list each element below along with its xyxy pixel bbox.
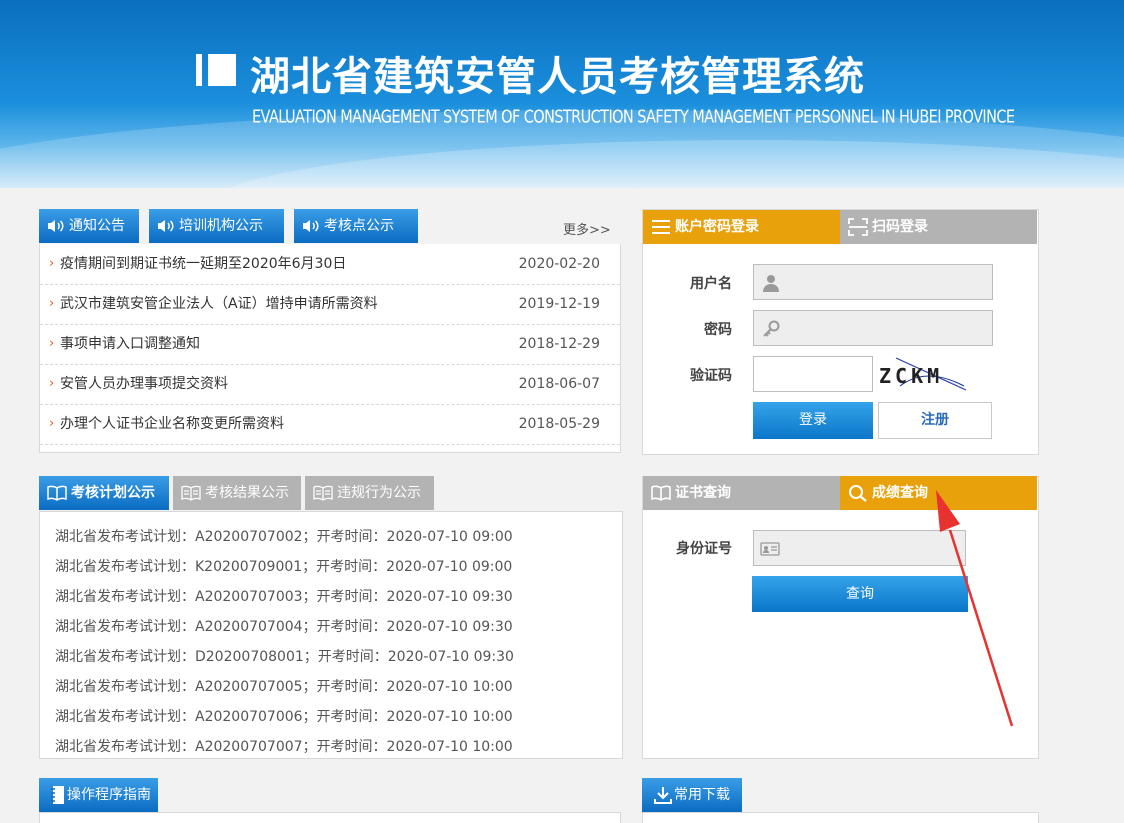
list-item[interactable]: 湖北省发布考试计划：A20200707006；开考时间：2020-07-10 1… — [55, 706, 513, 726]
book-icon — [181, 485, 201, 501]
key-icon — [763, 320, 780, 337]
tab-account-login[interactable]: 账户密码登录 — [643, 210, 840, 244]
register-button[interactable]: 注册 — [878, 402, 992, 439]
list-item[interactable]: 湖北省发布考试计划：A20200707005；开考时间：2020-07-10 1… — [55, 676, 513, 696]
speaker-icon — [48, 220, 64, 232]
list-item[interactable]: › 办理个人证书企业名称变更所需资料 2018-05-29 — [40, 404, 620, 445]
password-input[interactable] — [753, 310, 993, 346]
login-button[interactable]: 登录 — [753, 402, 873, 439]
list-item[interactable]: › 安管人员办理事项提交资料 2018-06-07 — [40, 364, 620, 405]
book-icon — [651, 485, 671, 501]
menu-icon — [652, 220, 670, 234]
chevron-right-icon: › — [49, 376, 55, 391]
id-number-label: 身份证号 — [676, 541, 732, 557]
list-item[interactable]: › 疫情期间到期证书统一延期至2020年6月30日 2020-02-20 — [40, 244, 620, 285]
speaker-icon — [158, 220, 174, 232]
header-banner: 湖北省建筑安管人员考核管理系统 EVALUATION MANAGEMENT SY… — [0, 0, 1124, 188]
list-item[interactable]: 湖北省发布考试计划：D20200708001；开考时间：2020-07-10 0… — [55, 646, 514, 666]
search-icon — [849, 485, 867, 502]
list-item[interactable]: 湖北省发布考试计划：A20200707004；开考时间：2020-07-10 0… — [55, 616, 513, 636]
list-item[interactable]: 湖北省发布考试计划：K20200709001；开考时间：2020-07-10 0… — [55, 556, 512, 576]
scan-icon — [848, 218, 868, 236]
chevron-right-icon: › — [49, 296, 55, 311]
site-title: 湖北省建筑安管人员考核管理系统 — [250, 54, 865, 100]
tab-exam-sites[interactable]: 考核点公示 — [294, 209, 418, 243]
list-item[interactable]: › 武汉市建筑安管企业法人（A证）增持申请所需资料 2019-12-19 — [40, 284, 620, 325]
list-item[interactable]: 湖北省发布考试计划：A20200707002；开考时间：2020-07-10 0… — [55, 526, 513, 546]
tab-training-agencies[interactable]: 培训机构公示 — [149, 209, 284, 243]
tab-certificate-query[interactable]: 证书查询 — [643, 476, 840, 510]
username-label: 用户名 — [690, 276, 732, 292]
username-input[interactable] — [753, 264, 993, 300]
tab-notices[interactable]: 通知公告 — [39, 209, 139, 243]
site-subtitle: EVALUATION MANAGEMENT SYSTEM OF CONSTRUC… — [252, 108, 1015, 128]
tab-qr-login[interactable]: 扫码登录 — [840, 210, 1037, 244]
chevron-right-icon: › — [49, 256, 55, 271]
tab-operation-guide[interactable]: 操作程序指南 — [39, 778, 158, 812]
exam-plan-list: 湖北省发布考试计划：A20200707002；开考时间：2020-07-10 0… — [39, 511, 623, 759]
list-item[interactable]: 湖北省发布考试计划：A20200707003；开考时间：2020-07-10 0… — [55, 586, 513, 606]
tab-downloads[interactable]: 常用下载 — [642, 778, 742, 812]
logo-icon — [196, 54, 236, 86]
chevron-right-icon: › — [49, 336, 55, 351]
captcha-label: 验证码 — [690, 368, 732, 384]
password-label: 密码 — [704, 322, 732, 338]
annotation-arrow-icon — [936, 490, 1014, 727]
user-icon — [763, 275, 779, 292]
captcha-image[interactable]: ZCKM — [876, 356, 968, 392]
tab-exam-plan[interactable]: 考核计划公示 — [39, 476, 169, 510]
notice-list: › 疫情期间到期证书统一延期至2020年6月30日 2020-02-20 › 武… — [39, 244, 621, 453]
id-card-icon — [760, 542, 780, 556]
speaker-icon — [303, 220, 319, 232]
list-item[interactable]: 湖北省发布考试计划：A20200707007；开考时间：2020-07-10 1… — [55, 736, 513, 756]
more-link[interactable]: 更多>> — [563, 219, 611, 238]
tab-violations[interactable]: 违规行为公示 — [305, 476, 434, 510]
book-icon — [47, 485, 67, 501]
download-icon — [654, 787, 672, 804]
list-item[interactable]: › 事项申请入口调整通知 2018-12-29 — [40, 324, 620, 365]
notebook-icon — [51, 786, 64, 804]
book-icon — [313, 485, 333, 501]
chevron-right-icon: › — [49, 416, 55, 431]
captcha-input[interactable] — [753, 356, 873, 392]
tab-exam-results[interactable]: 考核结果公示 — [173, 476, 301, 510]
